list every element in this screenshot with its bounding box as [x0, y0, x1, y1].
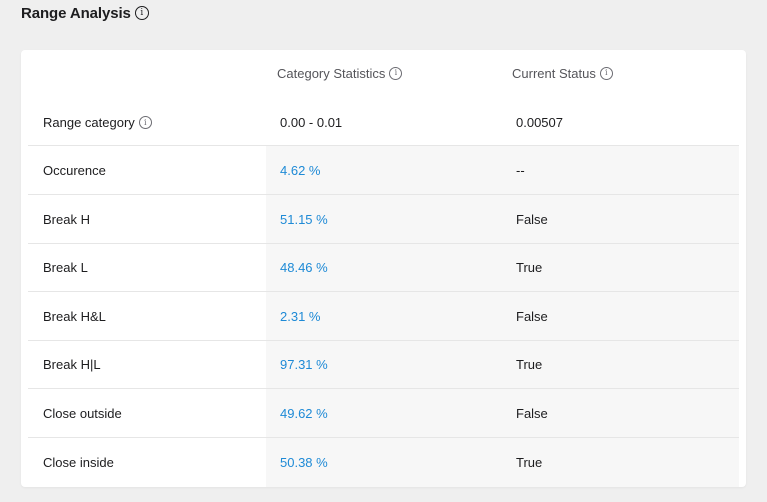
section-heading: Range Analysis i: [21, 3, 149, 23]
row-label: Break H&L: [43, 308, 106, 324]
row-label: Occurence: [43, 162, 106, 178]
section-title: Range Analysis: [21, 4, 131, 22]
table-row-occurence: Occurence 4.62 % --: [28, 146, 739, 195]
row-label: Break L: [43, 259, 88, 275]
current-status-value: True: [516, 455, 543, 470]
table-row-range-category: Range category i 0.00 - 0.01 0.00507: [28, 100, 739, 146]
table-row-break-h-and-l: Break H&L 2.31 % False: [28, 292, 739, 341]
table-row-break-h: Break H 51.15 % False: [28, 195, 739, 244]
category-statistic-value: 97.31 %: [280, 356, 328, 372]
category-statistic-value: 48.46 %: [280, 259, 328, 275]
table-row-close-outside: Close outside 49.62 % False: [28, 389, 739, 438]
current-status-value: --: [516, 162, 525, 178]
page: Range Analysis i Category Statistics i C…: [0, 0, 767, 502]
category-statistic-value: 0.00 - 0.01: [280, 115, 343, 130]
table-row-break-l: Break L 48.46 % True: [28, 243, 739, 292]
table-row-close-inside: Close inside 50.38 % True: [28, 438, 739, 487]
column-header-label: Current Status: [512, 65, 596, 81]
column-header-current-status: Current Status i: [512, 64, 613, 82]
row-label: Break H: [43, 211, 90, 227]
info-icon[interactable]: i: [138, 116, 152, 129]
info-icon[interactable]: i: [134, 6, 149, 20]
column-header-category-statistics: Category Statistics i: [277, 64, 403, 82]
category-statistic-value: 50.38 %: [280, 455, 328, 470]
current-status-value: False: [516, 405, 548, 421]
category-statistic-value: 49.62 %: [280, 405, 328, 421]
info-icon[interactable]: i: [599, 66, 613, 80]
column-header-label: Category Statistics: [277, 65, 386, 81]
category-statistic-value: 51.15 %: [280, 211, 328, 227]
category-statistic-value: 2.31 %: [280, 308, 321, 324]
current-status-value: True: [516, 259, 543, 275]
current-status-value: 0.00507: [516, 115, 563, 130]
current-status-value: False: [516, 308, 548, 324]
info-icon[interactable]: i: [389, 66, 403, 80]
category-statistic-value: 4.62 %: [280, 162, 321, 178]
current-status-value: False: [516, 211, 548, 227]
row-label: Range category i: [43, 100, 152, 145]
table-row-break-h-or-l: Break H|L 97.31 % True: [28, 340, 739, 389]
row-label: Close outside: [43, 405, 122, 421]
row-label-text: Range category: [43, 115, 135, 130]
row-label: Close inside: [43, 455, 114, 470]
row-label: Break H|L: [43, 356, 101, 372]
range-analysis-card: Category Statistics i Current Status i R…: [21, 50, 746, 487]
current-status-value: True: [516, 356, 543, 372]
